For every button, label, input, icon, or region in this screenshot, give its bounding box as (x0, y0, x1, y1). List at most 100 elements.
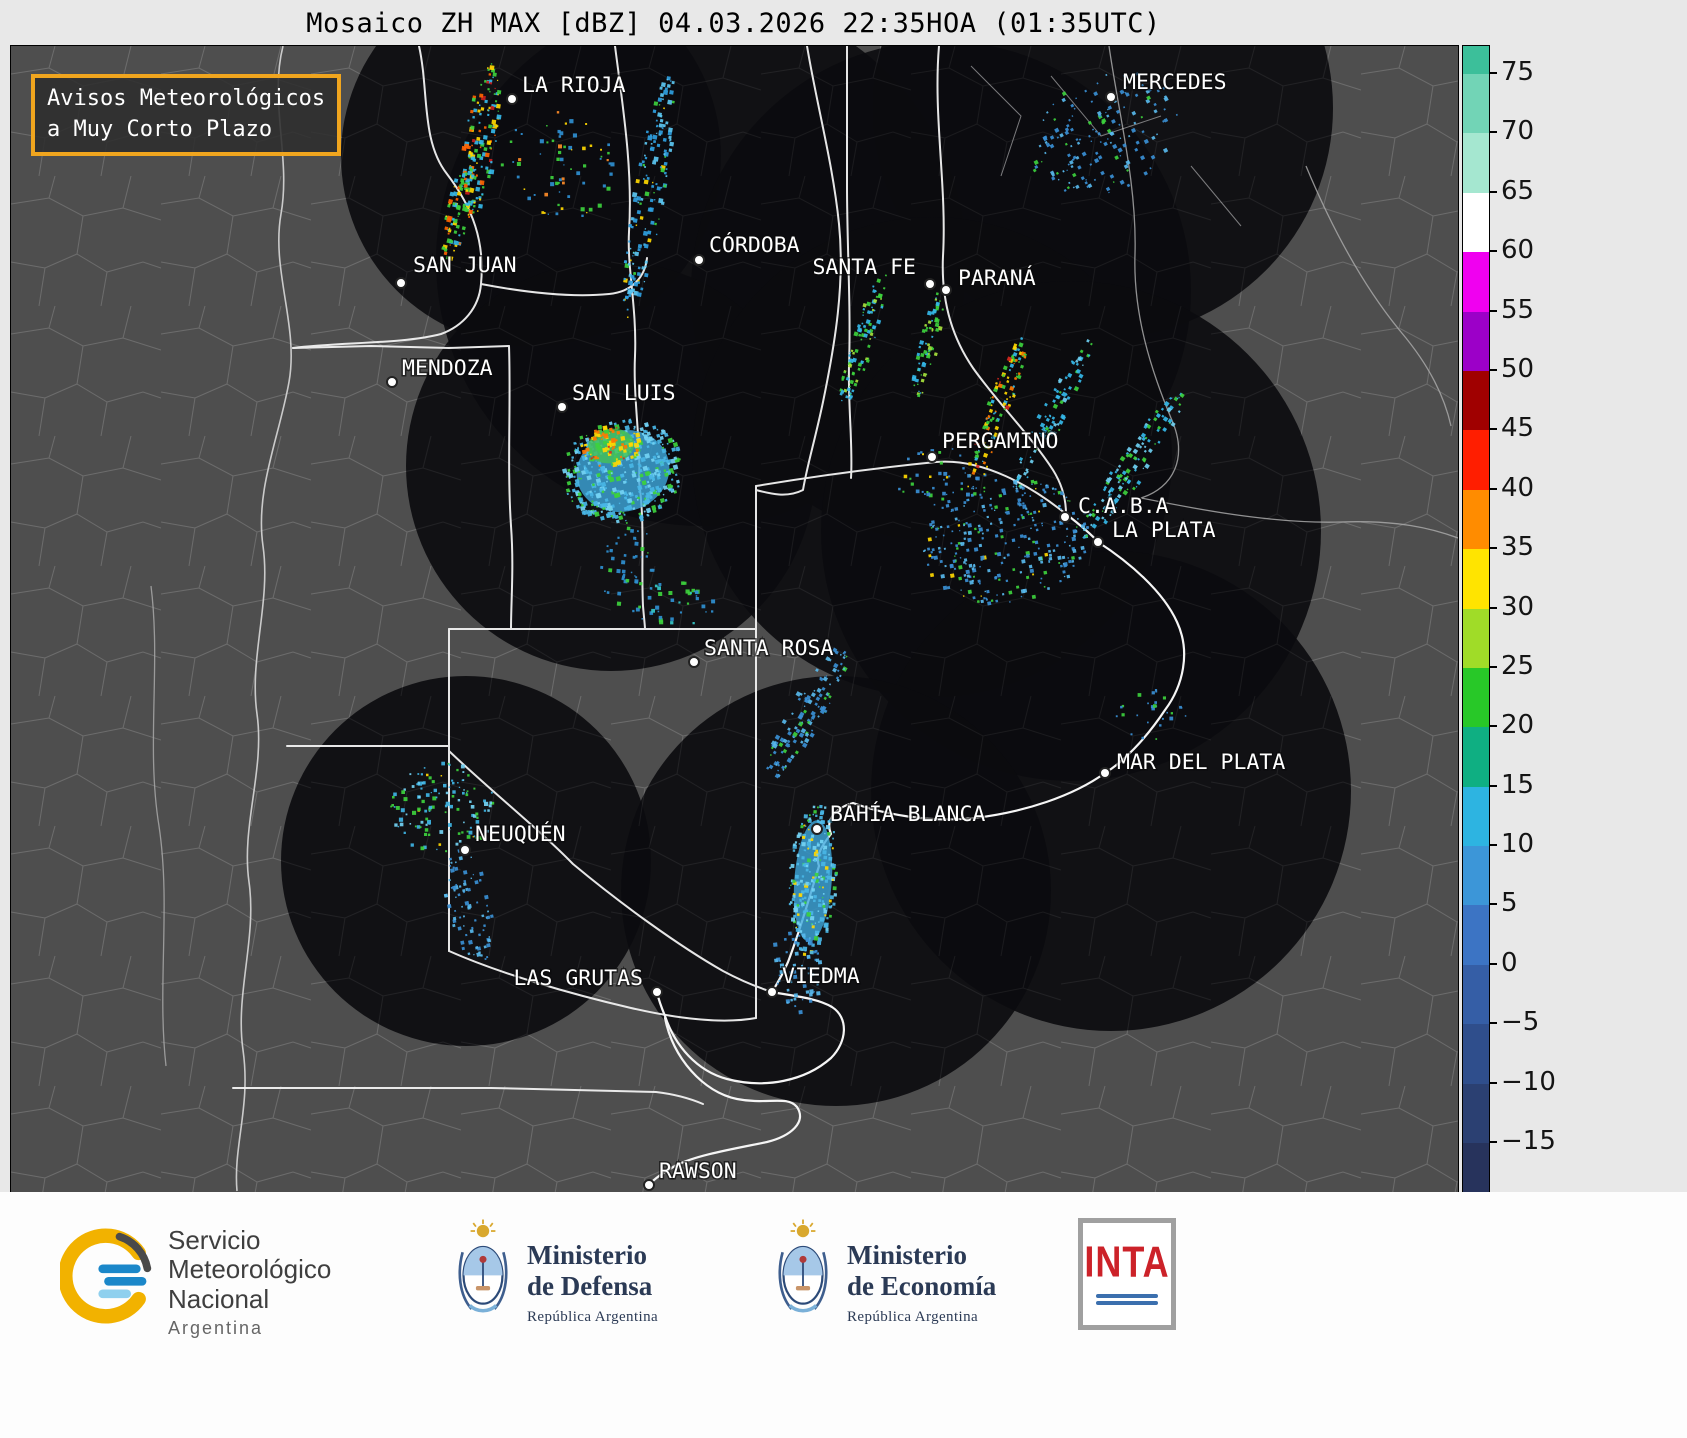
colorbar-tick-label: 0 (1501, 947, 1518, 978)
colorbar-segment (1463, 727, 1489, 788)
colorbar-tick-mark (1489, 1081, 1497, 1084)
radar-map: LA RIOJA MERCEDES SAN JUAN CÓRDOBA SANTA FE P… (10, 45, 1459, 1194)
city-marker (688, 656, 700, 668)
smn-logo (58, 1228, 156, 1324)
city-mar-del-plata: MAR DEL PLATA (1099, 749, 1287, 779)
colorbar-segment (1463, 252, 1489, 313)
colorbar-tick-mark (1489, 606, 1497, 609)
colorbar-segment (1463, 46, 1489, 75)
colorbar-tick-label: 55 (1501, 294, 1535, 325)
colorbar-tick-mark (1489, 190, 1497, 193)
colorbar-tick-label: 15 (1501, 769, 1535, 800)
city-marker (643, 1179, 655, 1191)
colorbar-tick-mark (1489, 250, 1497, 253)
colorbar-tick-mark (1489, 1141, 1497, 1143)
inta-stripes (1096, 1291, 1158, 1308)
colorbar-segment (1463, 1143, 1489, 1194)
economia-line1: Ministerio (847, 1240, 967, 1270)
colorbar-segment (1463, 667, 1489, 728)
colorbar-tick-mark (1489, 962, 1497, 965)
colorbar-tick-label: 25 (1501, 650, 1535, 681)
colorbar-segment (1463, 608, 1489, 669)
colorbar-tick-mark (1489, 844, 1497, 847)
city-label: BAHÍA BLANCA (830, 801, 985, 827)
radar-mosaic-page: Mosaico ZH MAX [dBZ] 04.03.2026 22:35HOA… (0, 0, 1687, 1438)
radar-map-canvas: LA RIOJA MERCEDES SAN JUAN CÓRDOBA SANTA FE P… (11, 46, 1458, 1193)
city-label: RAWSON (659, 1159, 737, 1184)
colorbar (1462, 45, 1490, 1194)
defensa-wordmark: Ministerio de Defensa República Argentin… (527, 1240, 658, 1326)
city-label: VIEDMA (782, 964, 860, 989)
defensa-subtitle: República Argentina (527, 1309, 659, 1326)
warning-badge-line1: Avisos Meteorológicos (47, 86, 326, 111)
colorbar-tick-label: 5 (1501, 888, 1518, 919)
colorbar-tick-mark (1489, 665, 1497, 668)
colorbar-tick-mark (1489, 428, 1497, 431)
economia-wordmark: Ministerio de Economía República Argenti… (847, 1240, 996, 1326)
colorbar-segment (1463, 311, 1489, 372)
city-label: MENDOZA (402, 356, 493, 381)
city-label: LA RIOJA (522, 73, 626, 98)
colorbar-segment (1463, 489, 1489, 550)
defensa-line2: de Defensa (527, 1271, 653, 1302)
colorbar-tick-mark (1489, 131, 1497, 134)
colorbar-tick-mark (1489, 725, 1497, 728)
footer: Servicio Meteorológico Nacional Argentin… (0, 1192, 1687, 1438)
colorbar-tick-label: 35 (1501, 532, 1535, 563)
city-la-plata: LA PLATA (1092, 517, 1217, 548)
colorbar-tick-label: −10 (1501, 1066, 1556, 1097)
city-marker (940, 284, 952, 296)
smn-wordmark: Servicio Meteorológico Nacional Argentin… (168, 1225, 332, 1339)
city-marker (1099, 767, 1111, 779)
colorbar-tick-label: −5 (1501, 1007, 1540, 1038)
colorbar-segment (1463, 786, 1489, 847)
city-label: MERCEDES (1123, 70, 1227, 95)
city-label: MAR DEL PLATA (1117, 750, 1285, 775)
defensa-coat-of-arms-icon (452, 1216, 514, 1328)
colorbar-segment (1463, 370, 1489, 431)
colorbar-tick-label: 10 (1501, 829, 1535, 860)
city-marker (1059, 511, 1071, 523)
defensa-line1: Ministerio (527, 1240, 647, 1270)
city-marker (651, 986, 663, 998)
colorbar-segment (1463, 1024, 1489, 1085)
city-marker (1092, 536, 1104, 548)
city-label: SANTA FE (812, 255, 916, 280)
colorbar-tick-mark (1489, 903, 1497, 906)
colorbar-segment (1463, 905, 1489, 966)
economia-line2: de Economía (847, 1271, 997, 1302)
smn-line1: Servicio (168, 1225, 261, 1255)
colorbar-tick-mark (1489, 547, 1497, 550)
city-label: SANTA ROSA (704, 636, 833, 661)
colorbar-tick-mark (1489, 784, 1497, 787)
colorbar-tick-label: 20 (1501, 710, 1535, 741)
economia-coat-of-arms-icon (772, 1216, 834, 1328)
city-marker (506, 93, 518, 105)
smn-country: Argentina (168, 1318, 264, 1339)
city-label: PARANÁ (958, 265, 1036, 291)
smn-line2: Meteorológico (168, 1254, 332, 1285)
colorbar-segment (1463, 964, 1489, 1025)
colorbar-tick-mark (1489, 309, 1497, 312)
city-marker (766, 986, 778, 998)
colorbar-segment (1463, 549, 1489, 609)
city-marker (459, 844, 471, 856)
colorbar-tick-label: 60 (1501, 235, 1535, 266)
colorbar-segment (1463, 74, 1489, 134)
colorbar-segment (1463, 133, 1489, 194)
colorbar-tick-mark (1489, 72, 1497, 74)
colorbar-tick-label: 70 (1501, 116, 1535, 147)
colorbar-segment (1463, 1083, 1489, 1144)
colorbar-tick-label: −15 (1501, 1126, 1556, 1156)
colorbar-segment (1463, 846, 1489, 906)
city-label: NEUQUÉN (475, 821, 566, 847)
city-marker (926, 451, 938, 463)
inta-label: INTA (1084, 1236, 1170, 1286)
warning-badge-line2: a Muy Corto Plazo (47, 116, 273, 142)
colorbar-tick-label: 65 (1501, 175, 1535, 206)
colorbar-tick-label: 50 (1501, 353, 1535, 384)
city-marker (811, 823, 823, 835)
economia-subtitle: República Argentina (847, 1309, 979, 1326)
city-label: PERGAMINO (942, 429, 1059, 454)
city-marker (693, 254, 705, 266)
